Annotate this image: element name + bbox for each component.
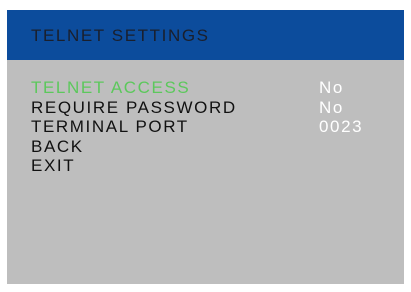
menu-item-telnet-access[interactable]: TELNET ACCESS No [7, 78, 404, 98]
menu-item-label: REQUIRE PASSWORD [31, 97, 237, 117]
menu-item-label: BACK [31, 136, 84, 156]
osd-screen: TELNET SETTINGS TELNET ACCESS No REQUIRE… [7, 10, 404, 284]
menu-item-value: No [319, 78, 344, 97]
menu-item-label: TERMINAL PORT [31, 117, 189, 136]
menu-item-value: No [319, 97, 344, 117]
menu-item-require-password[interactable]: REQUIRE PASSWORD No [7, 98, 404, 118]
settings-menu: TELNET ACCESS No REQUIRE PASSWORD No TER… [7, 78, 404, 176]
page-title: TELNET SETTINGS [31, 26, 210, 45]
menu-item-exit[interactable]: EXIT [7, 156, 404, 176]
menu-item-terminal-port[interactable]: TERMINAL PORT 0023 [7, 117, 404, 137]
menu-item-back[interactable]: BACK [7, 137, 404, 157]
title-bar: TELNET SETTINGS [7, 10, 404, 60]
menu-item-label: EXIT [31, 156, 76, 175]
menu-item-label: TELNET ACCESS [31, 78, 191, 97]
menu-item-value: 0023 [319, 117, 364, 136]
